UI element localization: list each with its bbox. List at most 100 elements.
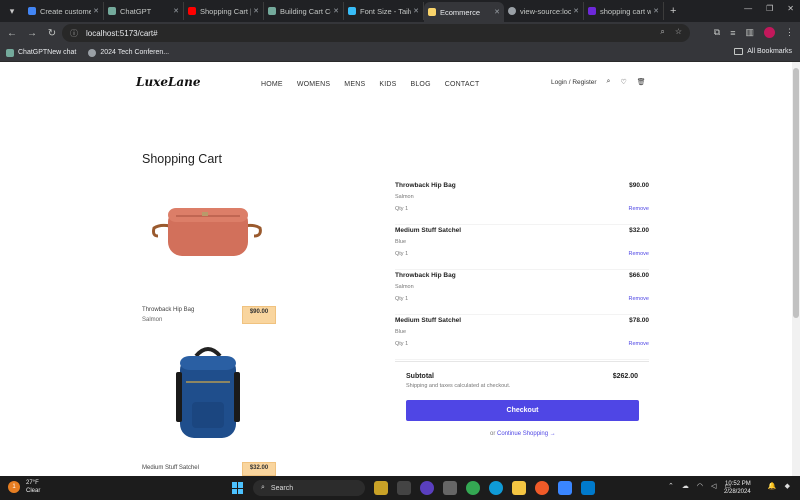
vscode-icon[interactable]	[581, 481, 595, 495]
close-icon[interactable]: ✕	[653, 7, 659, 15]
gallery-item-name: Medium Stuff Satchel	[142, 465, 199, 471]
window-close-icon[interactable]: ✕	[787, 4, 794, 13]
task-view-icon[interactable]	[397, 481, 411, 495]
nav-womens[interactable]: WOMENS	[297, 81, 330, 88]
cart-item-color: Blue	[395, 239, 407, 245]
close-icon[interactable]: ✕	[413, 7, 419, 15]
onedrive-icon[interactable]: ☁	[682, 482, 689, 490]
tab-chatgpt[interactable]: ChatGPT ✕	[104, 2, 184, 20]
remove-button[interactable]: Remove	[629, 251, 649, 257]
file-explorer-icon[interactable]	[512, 481, 526, 495]
forward-icon[interactable]: →	[24, 28, 40, 39]
tab-label: ChatGPT	[120, 6, 152, 16]
volume-icon[interactable]: ◁	[711, 482, 716, 490]
page-scrollbar[interactable]	[792, 62, 800, 476]
page-viewport: LuxeLane HOME WOMENS MENS KIDS BLOG CONT…	[0, 62, 792, 476]
close-icon[interactable]: ✕	[573, 7, 579, 15]
login-register-link[interactable]: Login / Register	[551, 79, 597, 86]
address-bar[interactable]: ⓘ localhost:5173/cart# ⌕ ☆	[62, 24, 690, 42]
cart-item-color: Blue	[395, 329, 407, 335]
site-logo[interactable]: LuxeLane	[136, 75, 201, 89]
remove-button[interactable]: Remove	[629, 206, 649, 212]
close-icon[interactable]: ✕	[93, 7, 99, 15]
reload-icon[interactable]: ↻	[44, 28, 60, 39]
cart-item-name: Throwback Hip Bag	[395, 272, 456, 279]
nav-blog[interactable]: BLOG	[410, 81, 430, 88]
all-bookmarks[interactable]: All Bookmarks	[734, 48, 792, 55]
scrollbar-thumb[interactable]	[793, 68, 799, 318]
nav-home[interactable]: HOME	[261, 81, 283, 88]
close-icon[interactable]: ✕	[333, 7, 339, 15]
nav-mens[interactable]: MENS	[344, 81, 365, 88]
zoom-icon[interactable]: ⌕	[660, 27, 664, 37]
continue-shopping: or Continue Shopping →	[490, 431, 556, 437]
notifications-icon[interactable]: 🔔	[768, 482, 777, 490]
weather-condition: Clear	[26, 488, 41, 494]
tab-search-icon[interactable]: ▾	[4, 3, 20, 19]
taskbar-clock[interactable]: 10:52 PM 2/28/2024	[724, 480, 751, 496]
subtotal-label: Subtotal	[406, 373, 434, 380]
tab-create-customer[interactable]: Create customer ✕	[24, 2, 104, 20]
tab-ecommerce[interactable]: Ecommerce ✕	[424, 2, 504, 22]
more-menu-icon[interactable]: ⋮	[785, 27, 794, 38]
gallery-item-color: Salmon	[142, 317, 163, 323]
heart-icon[interactable]: ♡	[620, 78, 626, 86]
tab-favicon	[588, 7, 596, 15]
taskbar-apps	[374, 481, 595, 495]
search-icon[interactable]: ⌕	[607, 78, 611, 86]
copilot-icon[interactable]: ◆	[785, 482, 790, 490]
nav-contact[interactable]: CONTACT	[445, 81, 480, 88]
store-icon[interactable]	[558, 481, 572, 495]
side-panel-icon[interactable]: ▥	[745, 27, 754, 38]
close-icon[interactable]: ✕	[253, 7, 259, 15]
bookmark-star-icon[interactable]: ☆	[675, 27, 682, 37]
site-info-icon[interactable]: ⓘ	[70, 28, 78, 39]
brave-icon[interactable]	[535, 481, 549, 495]
widget-app-icon[interactable]	[374, 481, 388, 495]
tab-favicon	[508, 7, 516, 15]
nav-kids[interactable]: KIDS	[379, 81, 396, 88]
tab-shopping-cart-video[interactable]: Shopping Cart | ✕	[184, 2, 264, 20]
tab-font-size-tailwind[interactable]: Font Size - Tailw ✕	[344, 2, 424, 20]
checkout-button[interactable]: Checkout	[406, 400, 639, 421]
bookmarks-bar: ChatGPTNew chat 2024 Tech Conferen... Al…	[0, 44, 800, 62]
wifi-icon[interactable]: ◠	[697, 482, 703, 490]
cart-item: Throwback Hip Bag $66.00 Salmon Qty 1 Re…	[395, 270, 649, 315]
profile-avatar[interactable]	[764, 27, 775, 38]
tab-shopping-cart-search[interactable]: shopping cart w ✕	[584, 2, 664, 20]
back-icon[interactable]: ←	[4, 28, 20, 39]
cart-item-price: $90.00	[629, 182, 649, 189]
continue-shopping-link[interactable]: Continue Shopping →	[497, 431, 556, 437]
chrome-icon[interactable]	[466, 481, 480, 495]
file-app-icon[interactable]	[443, 481, 457, 495]
close-icon[interactable]: ✕	[494, 8, 500, 16]
globe-icon	[88, 48, 97, 57]
all-bookmarks-label: All Bookmarks	[747, 48, 792, 55]
tab-favicon	[268, 7, 276, 15]
tab-label: Font Size - Tailw	[360, 6, 412, 16]
bookmark-label: 2024 Tech Conferen...	[100, 49, 170, 56]
extensions-icon[interactable]: ⧉	[714, 27, 720, 38]
maximize-icon[interactable]: ❐	[766, 4, 773, 13]
cart-item-color: Salmon	[395, 284, 414, 290]
media-icon[interactable]: ≡	[730, 28, 735, 38]
minimize-icon[interactable]: —	[744, 4, 752, 13]
windows-start-icon[interactable]	[232, 482, 244, 494]
bookmark-chatgpt[interactable]: ChatGPTNew chat	[6, 48, 76, 57]
tab-building-cart[interactable]: Building Cart Co ✕	[264, 2, 344, 20]
bookmark-tech-conference[interactable]: 2024 Tech Conferen...	[88, 48, 170, 57]
new-tab-icon[interactable]: +	[670, 5, 676, 17]
taskbar-search[interactable]: ⌕ Search	[253, 480, 365, 496]
tab-view-source[interactable]: view-source:loca ✕	[504, 2, 584, 20]
subtotal-value: $262.00	[612, 373, 638, 380]
cart-icon[interactable]: 🗑	[637, 78, 646, 86]
cart-item-qty: Qty 1	[395, 341, 409, 347]
edge-icon[interactable]	[489, 481, 503, 495]
cart-item-qty: Qty 1	[395, 296, 409, 302]
tray-chevron-icon[interactable]: ⌃	[668, 482, 674, 490]
weather-widget[interactable]: 1 27°F Clear	[8, 479, 40, 495]
app-icon[interactable]	[420, 481, 434, 495]
remove-button[interactable]: Remove	[629, 341, 649, 347]
remove-button[interactable]: Remove	[629, 296, 649, 302]
close-icon[interactable]: ✕	[173, 7, 179, 15]
